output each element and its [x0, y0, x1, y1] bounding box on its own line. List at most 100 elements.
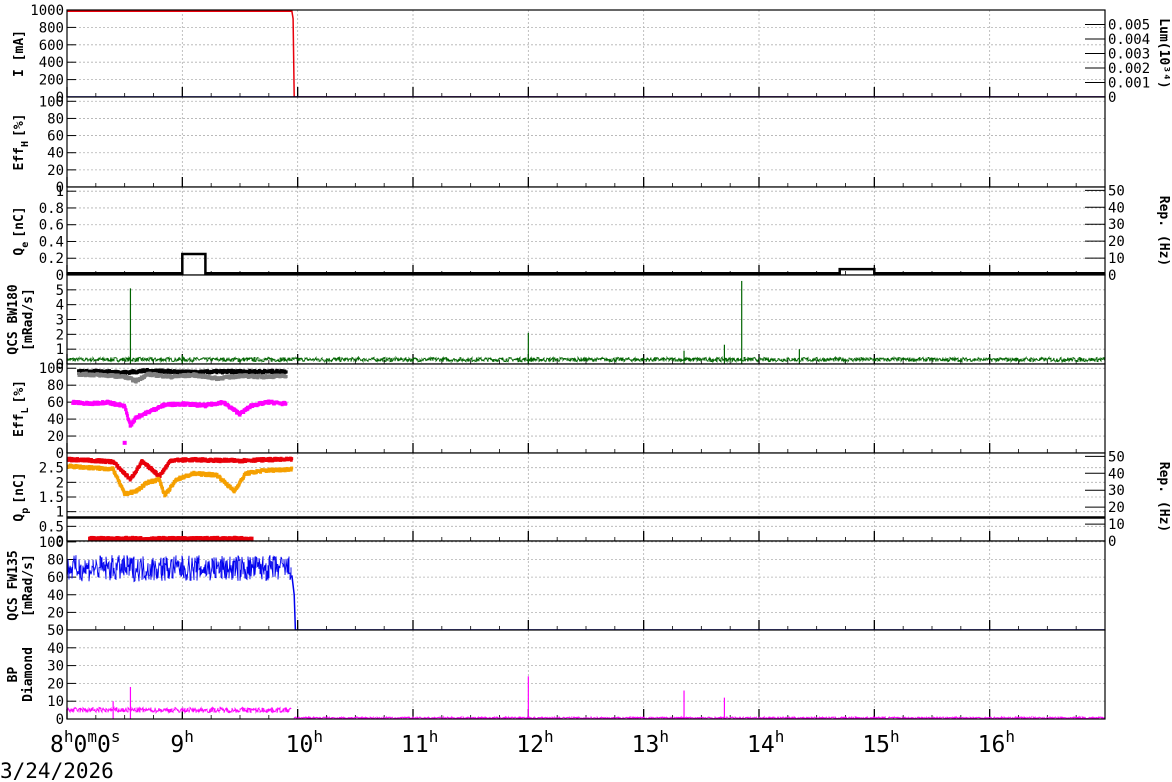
outlier-point-magenta — [122, 440, 127, 445]
data-point-black — [284, 370, 288, 374]
x-tick-label: 15h — [862, 727, 899, 758]
y-tick-label: 0.2 — [39, 251, 64, 267]
data-point-orange — [116, 476, 120, 480]
outlier-point-red — [88, 536, 93, 541]
y-axis-label: Qe[nC] — [12, 206, 31, 255]
panel-bp_diamond: 0 10 2030 40 BPDiamond — [6, 629, 1106, 728]
x-tick-label: 14h — [747, 727, 784, 758]
panel-frame — [66, 274, 1106, 365]
panel-qcs_bw180: 012345QCS BW180[mRad/s] — [6, 274, 1106, 373]
panel-qp: 00.511.522.5Qp[nC]01020304050Rep. (Hz) — [12, 449, 1171, 550]
right-tick-label: 0.002 — [1108, 61, 1150, 77]
y-tick-label: 100 — [39, 535, 64, 551]
right-tick-label: 50 — [1108, 449, 1125, 465]
y-tick-label: 0 — [56, 268, 64, 284]
x-tick-label: 16h — [978, 727, 1015, 758]
y-tick-label: 0.8 — [39, 201, 64, 217]
y-tick-label: 20 — [47, 429, 64, 445]
y-tick-label: 0 — [56, 446, 64, 462]
right-axis-label: Rep. (Hz) — [1156, 462, 1171, 532]
outlier-point-red — [249, 536, 254, 541]
right-tick-label: 0 — [1108, 534, 1116, 550]
y-tick-label: 60 — [47, 129, 64, 145]
chart-canvas: 02004006008001000I [mA]00.0010.0020.0030… — [0, 3, 1171, 782]
y-axis-label: QCS FW135[mRad/s] — [6, 550, 36, 620]
y-tick-label: 80 — [47, 111, 64, 127]
y-tick-label: 40 — [47, 412, 64, 428]
y-tick-label: 0.6 — [39, 218, 64, 234]
right-tick-label: 30 — [1108, 483, 1125, 499]
y-axis-label: Qp[nC] — [12, 472, 31, 521]
y-tick-label: 400 — [39, 55, 64, 71]
x-tick-label: 8h0m0s — [50, 727, 121, 758]
y-tick-label: 800 — [39, 20, 64, 36]
panel-frame — [66, 9, 1106, 98]
panel-frame — [66, 452, 1106, 542]
y-tick-label: 2.5 — [39, 461, 64, 477]
right-tick-label: 0.003 — [1108, 47, 1150, 63]
y-tick-label: 1 — [56, 505, 64, 521]
data-point-magenta — [124, 408, 128, 412]
x-tick-label: 10h — [286, 727, 323, 758]
y-tick-label: 80 — [47, 553, 64, 569]
y-axis-label: I [mA] — [12, 30, 27, 77]
data-point-orange — [159, 481, 163, 485]
panel-eff_h: 020406080100EffH[%] — [12, 94, 1106, 196]
right-tick-label: 40 — [1108, 466, 1125, 482]
panel-frame — [66, 186, 1106, 276]
y-axis-label: QCS BW180[mRad/s] — [6, 284, 36, 355]
y-tick-label: 3 — [56, 313, 64, 329]
y-tick-label: 100 — [39, 361, 64, 377]
right-tick-label: 10 — [1108, 251, 1125, 267]
right-tick-label: 20 — [1108, 234, 1125, 250]
panel-frame — [66, 96, 1106, 188]
y-axis-label: EffH[%] — [12, 114, 31, 171]
y-tick-label: 200 — [39, 73, 64, 89]
x-tick-label: 13h — [632, 727, 669, 758]
y-tick-label: 40 — [47, 641, 64, 657]
panel-frame — [66, 629, 1106, 720]
data-point-magenta — [133, 419, 137, 423]
data-point-orange — [118, 480, 122, 484]
right-tick-label: 0.004 — [1108, 32, 1150, 48]
y-tick-label: 20 — [47, 676, 64, 692]
data-point-gray — [284, 375, 288, 379]
data-point-orange — [160, 486, 164, 490]
y-tick-label: 0.4 — [39, 234, 64, 250]
y-axis-label: EffL[%] — [12, 380, 31, 437]
y-tick-label: 20 — [47, 605, 64, 621]
right-tick-label: 0.005 — [1108, 18, 1150, 34]
y-tick-label: 1 — [56, 184, 64, 200]
right-tick-label: 30 — [1108, 217, 1125, 233]
right-tick-label: 50 — [1108, 183, 1125, 199]
x-axis: 8h0m0s 9h 10h 11h 12h 13h 14h 15h 16h — [50, 727, 1015, 758]
panel-current: 02004006008001000I [mA]00.0010.0020.0030… — [12, 3, 1171, 106]
y-tick-label: 600 — [39, 38, 64, 54]
y-tick-label: 100 — [39, 94, 64, 110]
y-tick-label: 80 — [47, 378, 64, 394]
data-point-magenta — [284, 402, 288, 406]
panel-qe: 00.20.40.60.81Qe[nC]01020304050Rep. (Hz) — [12, 183, 1171, 284]
right-axis-label: Lum(10³⁴) — [1156, 18, 1171, 88]
y-tick-label: 1 — [56, 342, 64, 358]
y-tick-label: 40 — [47, 588, 64, 604]
right-tick-label: 40 — [1108, 200, 1125, 216]
y-tick-label: 2 — [56, 475, 64, 491]
right-axis-label: Rep. (Hz) — [1156, 196, 1171, 266]
right-tick-label: 0 — [1108, 90, 1116, 106]
y-tick-label: 60 — [47, 570, 64, 586]
y-axis-label: BPDiamond — [6, 647, 36, 702]
x-tick-label: 11h — [401, 727, 438, 758]
y-tick-label: 50 — [47, 623, 64, 639]
right-tick-label: 10 — [1108, 517, 1125, 533]
date-label: 3/24/2026 — [0, 759, 114, 782]
panels-group: 02004006008001000I [mA]00.0010.0020.0030… — [6, 3, 1171, 728]
data-point-red — [290, 457, 294, 461]
data-point-orange — [290, 466, 294, 470]
right-tick-label: 20 — [1108, 500, 1125, 516]
y-tick-label: 5 — [56, 283, 64, 299]
y-tick-label: 40 — [47, 146, 64, 162]
y-tick-label: 60 — [47, 395, 64, 411]
x-tick-label: 12h — [516, 727, 553, 758]
y-tick-label: 10 — [47, 694, 64, 710]
